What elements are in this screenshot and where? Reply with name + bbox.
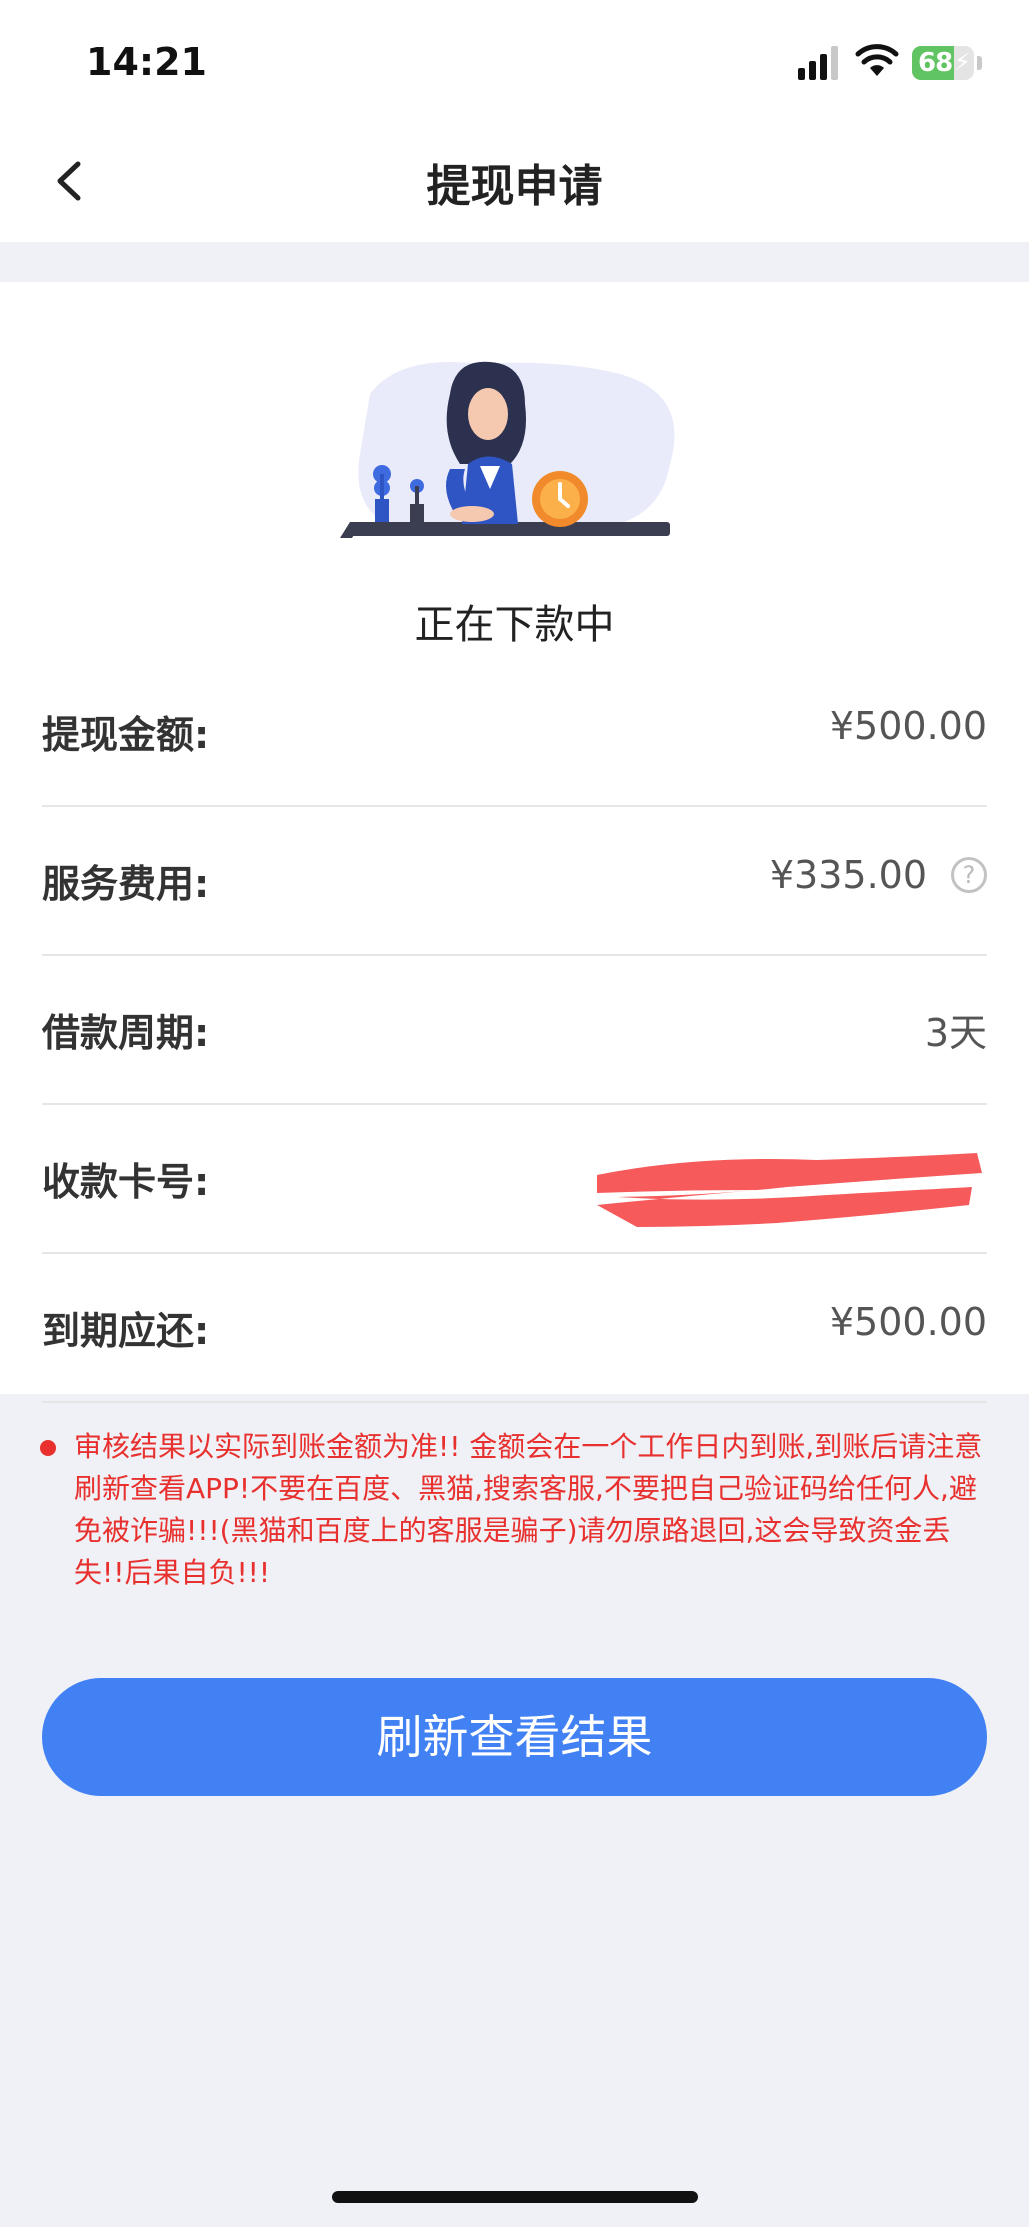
row-loan-period: 借款周期: 3天 <box>42 956 987 1105</box>
row-card-number: 收款卡号: <box>42 1105 987 1254</box>
row-value: ¥500.00 <box>829 704 987 748</box>
withdraw-card: 正在下款中 提现金额: ¥500.00 服务费用: ¥335.00 ? 借款周期… <box>0 282 1029 1403</box>
row-value: ¥335.00 <box>769 853 927 897</box>
row-label: 到期应还: <box>42 1309 210 1353</box>
battery-icon: 68 ⚡ <box>912 46 974 80</box>
row-label: 提现金额: <box>42 713 210 757</box>
row-label: 服务费用: <box>42 862 210 906</box>
row-value: 3天 <box>924 1011 987 1055</box>
woman-waiting-illustration <box>340 361 675 538</box>
page-title: 提现申请 <box>426 161 603 212</box>
wifi-icon <box>855 44 899 76</box>
row-due-amount: 到期应还: ¥500.00 <box>42 1254 987 1403</box>
row-label: 借款周期: <box>42 1011 210 1055</box>
status-time: 14:21 <box>86 40 207 84</box>
status-text: 正在下款中 <box>414 602 615 648</box>
nav-bar: 提现申请 <box>0 120 1029 242</box>
notice-text: 审核结果以实际到账金额为准!! 金额会在一个工作日内到账,到账后请注意刷新查看A… <box>74 1430 983 1589</box>
row-label: 收款卡号: <box>42 1160 210 1204</box>
row-withdraw-amount: 提现金额: ¥500.00 <box>42 658 987 807</box>
cellular-signal-icon <box>798 46 840 80</box>
row-service-fee: 服务费用: ¥335.00 ? <box>42 807 987 956</box>
battery-level: 68 <box>918 48 953 78</box>
question-mark-icon[interactable]: ? <box>951 857 987 893</box>
row-value: ¥500.00 <box>829 1300 987 1344</box>
refresh-result-button[interactable]: 刷新查看结果 <box>42 1678 987 1796</box>
detail-list: 提现金额: ¥500.00 服务费用: ¥335.00 ? 借款周期: 3天 收… <box>42 658 987 1403</box>
home-indicator[interactable] <box>332 2191 698 2203</box>
redaction-scribble <box>597 1153 982 1227</box>
warning-notice: 审核结果以实际到账金额为准!! 金额会在一个工作日内到账,到账后请注意刷新查看A… <box>40 1426 989 1594</box>
bullet-dot-icon <box>40 1440 56 1456</box>
status-bar: 14:21 68 ⚡ <box>0 0 1029 120</box>
